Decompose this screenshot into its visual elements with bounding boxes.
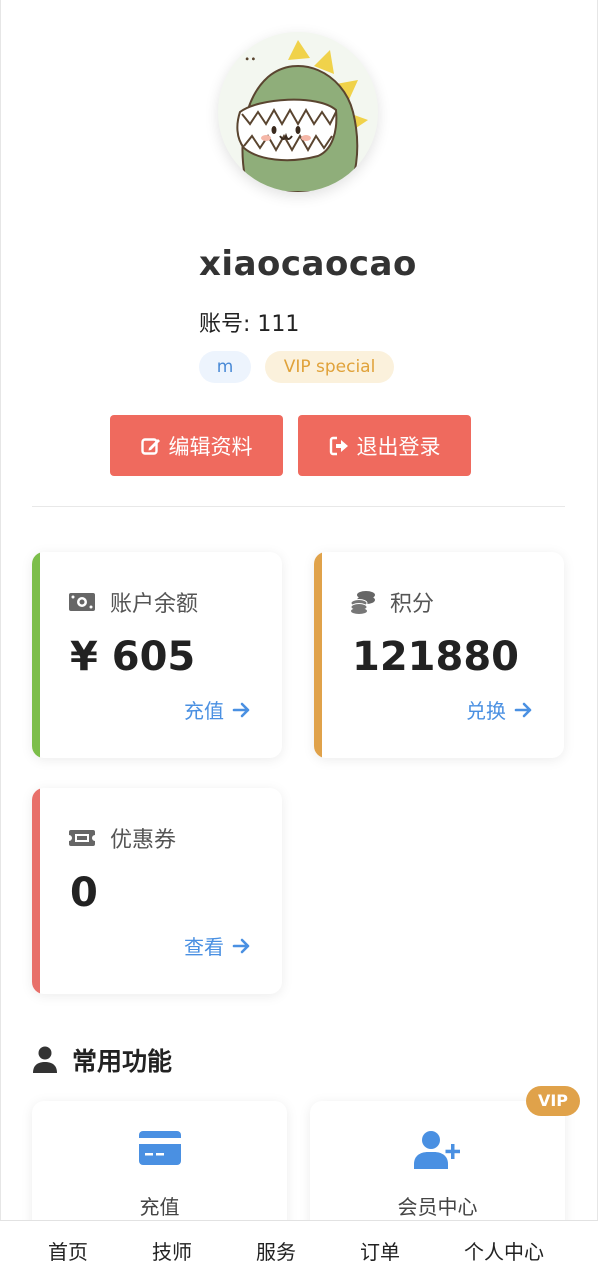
recharge-link-label: 充值	[184, 699, 224, 723]
points-title: 积分	[390, 592, 435, 617]
tab-orders[interactable]: 订单	[360, 1221, 400, 1281]
tag-vip-level: VIP special	[265, 351, 394, 383]
edit-profile-label: 编辑资料	[168, 434, 253, 459]
recharge-link[interactable]: 充值	[184, 695, 252, 724]
feature-member-label: 会员中心	[397, 1195, 478, 1219]
coupon-title: 优惠券	[110, 828, 177, 853]
points-card-header: 积分	[350, 586, 434, 618]
feature-recharge-label: 充值	[139, 1195, 180, 1219]
logout-icon	[329, 436, 348, 455]
points-accent-bar	[314, 552, 322, 758]
arrow-right-icon	[514, 702, 532, 717]
coins-icon	[350, 591, 375, 614]
points-value: 121880	[352, 634, 519, 680]
view-coupons-link-label: 查看	[184, 935, 224, 959]
username: xiaocaocao	[199, 244, 417, 284]
vip-badge: VIP	[526, 1086, 580, 1116]
feature-recharge-icon-wrap	[32, 1131, 287, 1165]
user-icon	[33, 1046, 57, 1073]
view-coupons-link[interactable]: 查看	[184, 931, 252, 960]
logout-label: 退出登录	[356, 434, 441, 459]
avatar[interactable]: ∙∙	[218, 32, 378, 192]
ticket-icon	[69, 830, 95, 846]
redeem-link[interactable]: 兑换	[466, 695, 534, 724]
tag-gender: m	[199, 351, 251, 383]
account-number: 账号: 111	[199, 312, 300, 337]
balance-card-header: 账户余额	[68, 586, 198, 618]
tab-profile[interactable]: 个人中心	[464, 1221, 544, 1281]
edit-icon	[140, 437, 160, 455]
feature-member-icon-wrap	[310, 1131, 565, 1169]
balance-accent-bar	[32, 552, 40, 758]
arrow-right-icon	[232, 702, 250, 717]
divider	[32, 506, 565, 507]
features-title-label: 常用功能	[72, 1047, 173, 1076]
bottom-tab-bar: 首页 技师 服务 订单 个人中心	[0, 1220, 598, 1281]
balance-card[interactable]: 账户余额 ¥ 605 充值	[32, 552, 282, 758]
arrow-right-icon	[232, 938, 250, 953]
balance-value: ¥ 605	[70, 634, 196, 680]
coupon-value: 0	[70, 870, 98, 916]
svg-text:∙∙: ∙∙	[244, 54, 257, 65]
coupon-card-header: 优惠券	[68, 822, 176, 854]
money-bill-icon	[69, 593, 95, 611]
balance-title: 账户余额	[110, 592, 199, 617]
edit-profile-button[interactable]: 编辑资料	[110, 415, 283, 476]
coupon-card[interactable]: 优惠券 0 查看	[32, 788, 282, 994]
points-card[interactable]: 积分 121880 兑换	[314, 552, 564, 758]
tab-home[interactable]: 首页	[48, 1221, 88, 1281]
features-section-title: 常用功能	[32, 1042, 172, 1078]
tab-technicians[interactable]: 技师	[152, 1221, 192, 1281]
coupon-accent-bar	[32, 788, 40, 994]
dinosaur-avatar-icon: ∙∙	[218, 32, 378, 192]
redeem-link-label: 兑换	[466, 699, 506, 723]
logout-button[interactable]: 退出登录	[298, 415, 471, 476]
credit-card-icon	[138, 1131, 181, 1165]
user-plus-icon	[413, 1131, 460, 1169]
tab-services[interactable]: 服务	[256, 1221, 296, 1281]
